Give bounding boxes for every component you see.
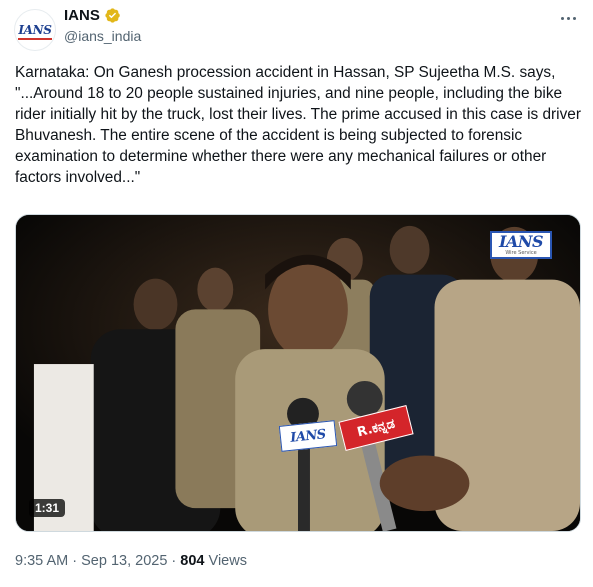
tweet-card: IANS IANS @ians_india Karnataka: On Gane… bbox=[0, 0, 593, 587]
video-duration: 1:31 bbox=[29, 499, 66, 517]
more-options-button[interactable] bbox=[556, 8, 580, 28]
more-options-icon bbox=[560, 16, 564, 20]
mic-flag-kannada-text: R.ಕನ್ನಡ bbox=[355, 416, 397, 440]
user-block: IANS @ians_india bbox=[64, 7, 141, 44]
name-row: IANS bbox=[64, 7, 141, 24]
watermark-subtext: Wire Service bbox=[505, 250, 537, 256]
video-player[interactable]: IANS Wire Service IANS R.ಕನ್ನಡ 1:31 bbox=[15, 214, 581, 532]
tweet-time[interactable]: 9:35 AM bbox=[15, 553, 68, 569]
avatar[interactable]: IANS bbox=[14, 9, 56, 51]
handle[interactable]: @ians_india bbox=[64, 28, 141, 44]
avatar-logo-text: IANS bbox=[18, 23, 53, 40]
meta-separator: · bbox=[171, 553, 177, 569]
views-label: Views bbox=[208, 553, 247, 569]
mic-flag-ians-text: IANS bbox=[289, 426, 327, 446]
video-thumbnail bbox=[16, 215, 580, 531]
verified-badge-icon bbox=[105, 8, 120, 23]
tweet-date[interactable]: Sep 13, 2025 bbox=[81, 553, 167, 569]
views-count: 804 bbox=[180, 553, 205, 569]
watermark-text: IANS bbox=[498, 232, 544, 251]
display-name[interactable]: IANS bbox=[64, 7, 100, 24]
meta-separator: · bbox=[72, 553, 78, 569]
tweet-meta: 9:35 AM · Sep 13, 2025 · 804 Views bbox=[15, 553, 247, 569]
ians-watermark: IANS Wire Service bbox=[490, 231, 552, 259]
tweet-text: Karnataka: On Ganesh procession accident… bbox=[15, 64, 586, 186]
